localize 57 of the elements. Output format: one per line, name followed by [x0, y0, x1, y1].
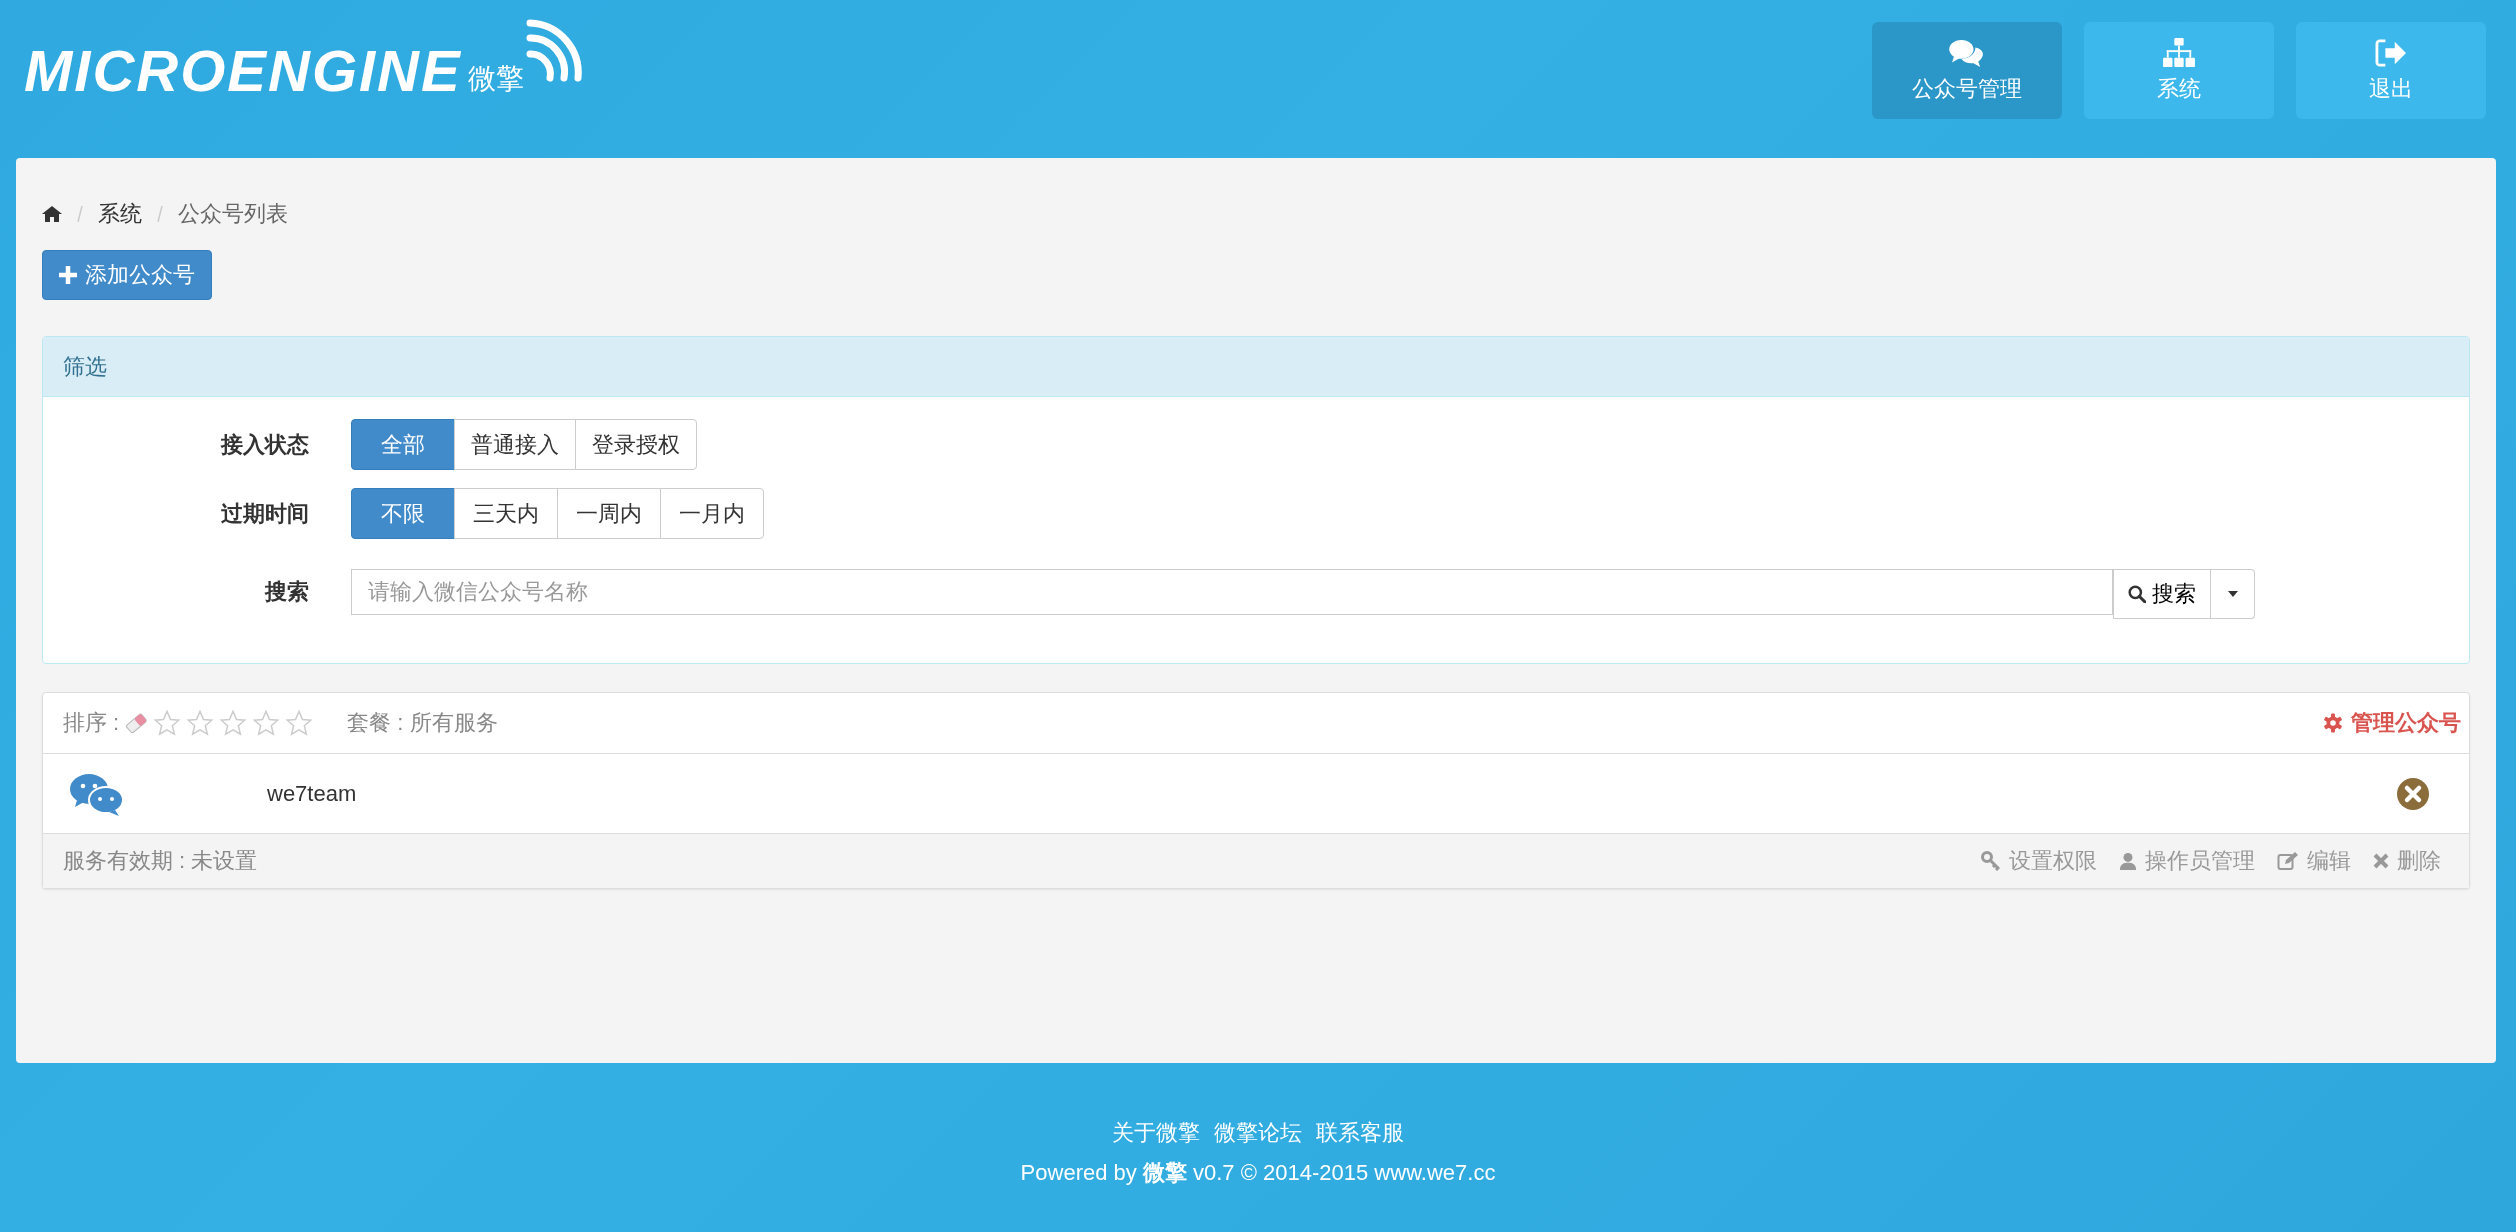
filter-option[interactable]: 登录授权: [575, 419, 697, 470]
chat-bubbles-icon: [1948, 37, 1986, 68]
logo-text: 微擎: [467, 62, 524, 96]
panel-title: 筛选: [63, 352, 107, 381]
sort-label: 排序 :: [63, 709, 120, 737]
search-field[interactable]: 请输入微信公众号名称: [351, 569, 2113, 615]
account-name: we7team: [267, 780, 357, 807]
manage-account-link[interactable]: 管理公众号: [2323, 708, 2461, 738]
search-button[interactable]: 搜索: [2113, 569, 2211, 619]
action-link[interactable]: 编辑: [2277, 846, 2351, 876]
filter-option[interactable]: 普通接入: [454, 419, 576, 470]
gear-icon: [2323, 713, 2343, 733]
nav-button[interactable]: 系统: [2084, 22, 2274, 119]
copyright-text: Powered by 微擎 v0.7 © 2014-2015 www.we7.cc: [1020, 1158, 1496, 1187]
filter-label: 接入状态: [219, 430, 310, 459]
star-icon[interactable]: [186, 709, 215, 737]
action-link[interactable]: 设置权限: [1981, 846, 2097, 876]
sitemap-icon: [2161, 37, 2197, 68]
footer-link[interactable]: 微擎论坛: [1214, 1117, 1302, 1148]
close-circle-icon: [2397, 777, 2429, 810]
sign-out-icon: [2374, 37, 2408, 68]
filter-option[interactable]: 全部: [351, 419, 455, 470]
wechat-icon: [69, 771, 125, 816]
logo-text: MICROENGINE: [24, 42, 462, 100]
expiry-label: 服务有效期 : 未设置: [63, 847, 258, 875]
filter-option[interactable]: 一周内: [557, 488, 661, 539]
filter-label: 过期时间: [220, 499, 310, 528]
home-icon[interactable]: [42, 206, 62, 222]
action-link[interactable]: 操作员管理: [2119, 846, 2255, 876]
key-icon: [1981, 851, 2001, 871]
add-account-button[interactable]: 添加公众号: [42, 250, 212, 300]
footer-link[interactable]: 关于微擎: [1112, 1117, 1200, 1148]
star-rating[interactable]: [153, 709, 314, 737]
plus-icon: [59, 266, 77, 284]
close-icon: [2373, 853, 2389, 869]
edit-icon: [2277, 851, 2299, 871]
action-link[interactable]: 删除: [2373, 846, 2441, 876]
slash-separator-icon: [76, 205, 84, 223]
star-icon[interactable]: [252, 709, 281, 737]
user-icon: [2119, 851, 2137, 871]
filter-option[interactable]: 三天内: [454, 488, 558, 539]
star-icon[interactable]: [153, 709, 182, 737]
filter-option[interactable]: 不限: [351, 488, 455, 539]
breadcrumb-item[interactable]: 系统: [98, 199, 142, 229]
nav-button[interactable]: 公众号管理: [1872, 22, 2062, 119]
star-icon[interactable]: [285, 709, 314, 737]
dropdown-button[interactable]: [2211, 569, 2255, 619]
filter-option[interactable]: 一月内: [660, 488, 764, 539]
footer-link[interactable]: 联系客服: [1316, 1117, 1404, 1148]
caret-icon: [2227, 591, 2238, 597]
search-icon: [2128, 585, 2146, 603]
filter-label: 搜索: [263, 578, 310, 606]
nav-button[interactable]: 退出: [2296, 22, 2486, 119]
slash-separator-icon: [156, 205, 164, 223]
star-icon[interactable]: [219, 709, 248, 737]
plan-label: 套餐 : 所有服务: [347, 709, 498, 737]
breadcrumb-item: 公众号列表: [178, 200, 288, 228]
